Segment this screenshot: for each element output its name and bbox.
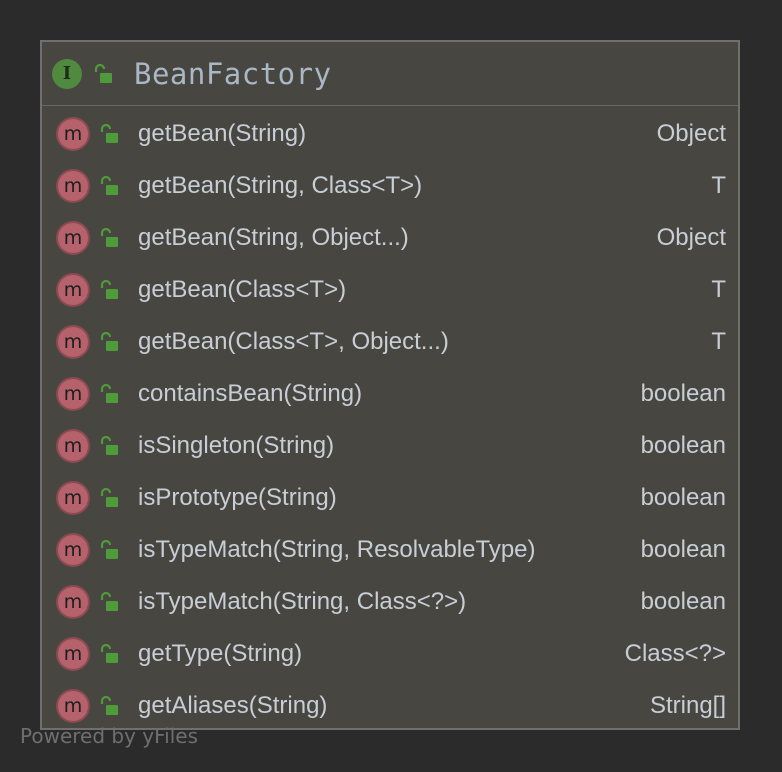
method-row[interactable]: m getBean(String, Class<T>) T (42, 160, 738, 212)
method-row[interactable]: m isPrototype(String) boolean (42, 472, 738, 524)
method-row[interactable]: m getBean(String, Object...) Object (42, 212, 738, 264)
method-name: getBean(String) (138, 120, 307, 147)
unlocked-public-icon (98, 643, 120, 665)
unlocked-public-icon (98, 227, 120, 249)
method-icon: m (56, 325, 90, 359)
class-header: I BeanFactory (42, 42, 738, 106)
unlocked-public-icon (92, 63, 114, 85)
method-name: getBean(String, Object...) (138, 224, 409, 251)
method-name: isSingleton(String) (138, 432, 335, 459)
method-icon: m (56, 429, 90, 463)
method-icon: m (56, 481, 90, 515)
method-return-type: T (711, 172, 726, 199)
method-icon: m (56, 169, 90, 203)
class-node-beanfactory[interactable]: I BeanFactory m getBean(String) Object m get… (40, 40, 740, 730)
method-return-type: boolean (640, 484, 726, 511)
method-return-type: Object (656, 224, 726, 251)
method-row[interactable]: m isTypeMatch(String, Class<?>) boolean (42, 576, 738, 628)
method-return-type: String[] (649, 692, 726, 719)
unlocked-public-icon (98, 435, 120, 457)
unlocked-public-icon (98, 175, 120, 197)
class-title: BeanFactory (134, 56, 332, 91)
method-icon: m (56, 273, 90, 307)
method-return-type: T (711, 276, 726, 303)
method-icon: m (56, 221, 90, 255)
method-name: getAliases(String) (138, 692, 328, 719)
method-return-type: boolean (640, 432, 726, 459)
method-row[interactable]: m isSingleton(String) boolean (42, 420, 738, 472)
method-name: getBean(Class<T>, Object...) (138, 328, 449, 355)
method-return-type: Class<?> (624, 640, 726, 667)
unlocked-public-icon (98, 591, 120, 613)
method-row[interactable]: m getBean(Class<T>, Object...) T (42, 316, 738, 368)
method-return-type: boolean (640, 536, 726, 563)
diagram-canvas: I BeanFactory m getBean(String) Object m get… (0, 0, 782, 772)
method-icon: m (56, 585, 90, 619)
method-row[interactable]: m isTypeMatch(String, ResolvableType) bool… (42, 524, 738, 576)
method-name: isPrototype(String) (138, 484, 337, 511)
method-list: m getBean(String) Object m getBean(String, C… (42, 108, 738, 732)
method-name: getBean(String, Class<T>) (138, 172, 423, 199)
method-name: isTypeMatch(String, ResolvableType) (138, 536, 536, 563)
method-return-type: T (711, 328, 726, 355)
unlocked-public-icon (98, 123, 120, 145)
unlocked-public-icon (98, 279, 120, 301)
method-icon: m (56, 377, 90, 411)
method-return-type: Object (656, 120, 726, 147)
interface-icon: I (52, 58, 82, 89)
method-icon: m (56, 689, 90, 723)
method-return-type: boolean (640, 380, 726, 407)
unlocked-public-icon (98, 331, 120, 353)
method-name: isTypeMatch(String, Class<?>) (138, 588, 467, 615)
method-row[interactable]: m getBean(String) Object (42, 108, 738, 160)
unlocked-public-icon (98, 487, 120, 509)
method-icon: m (56, 637, 90, 671)
unlocked-public-icon (98, 539, 120, 561)
powered-by-label: Powered by yFiles (20, 724, 198, 748)
method-name: getBean(Class<T>) (138, 276, 347, 303)
method-row[interactable]: m getType(String) Class<?> (42, 628, 738, 680)
unlocked-public-icon (98, 695, 120, 717)
method-row[interactable]: m getBean(Class<T>) T (42, 264, 738, 316)
method-name: containsBean(String) (138, 380, 363, 407)
method-row[interactable]: m containsBean(String) boolean (42, 368, 738, 420)
method-return-type: boolean (640, 588, 726, 615)
method-icon: m (56, 533, 90, 567)
unlocked-public-icon (98, 383, 120, 405)
method-name: getType(String) (138, 640, 303, 667)
method-icon: m (56, 117, 90, 151)
